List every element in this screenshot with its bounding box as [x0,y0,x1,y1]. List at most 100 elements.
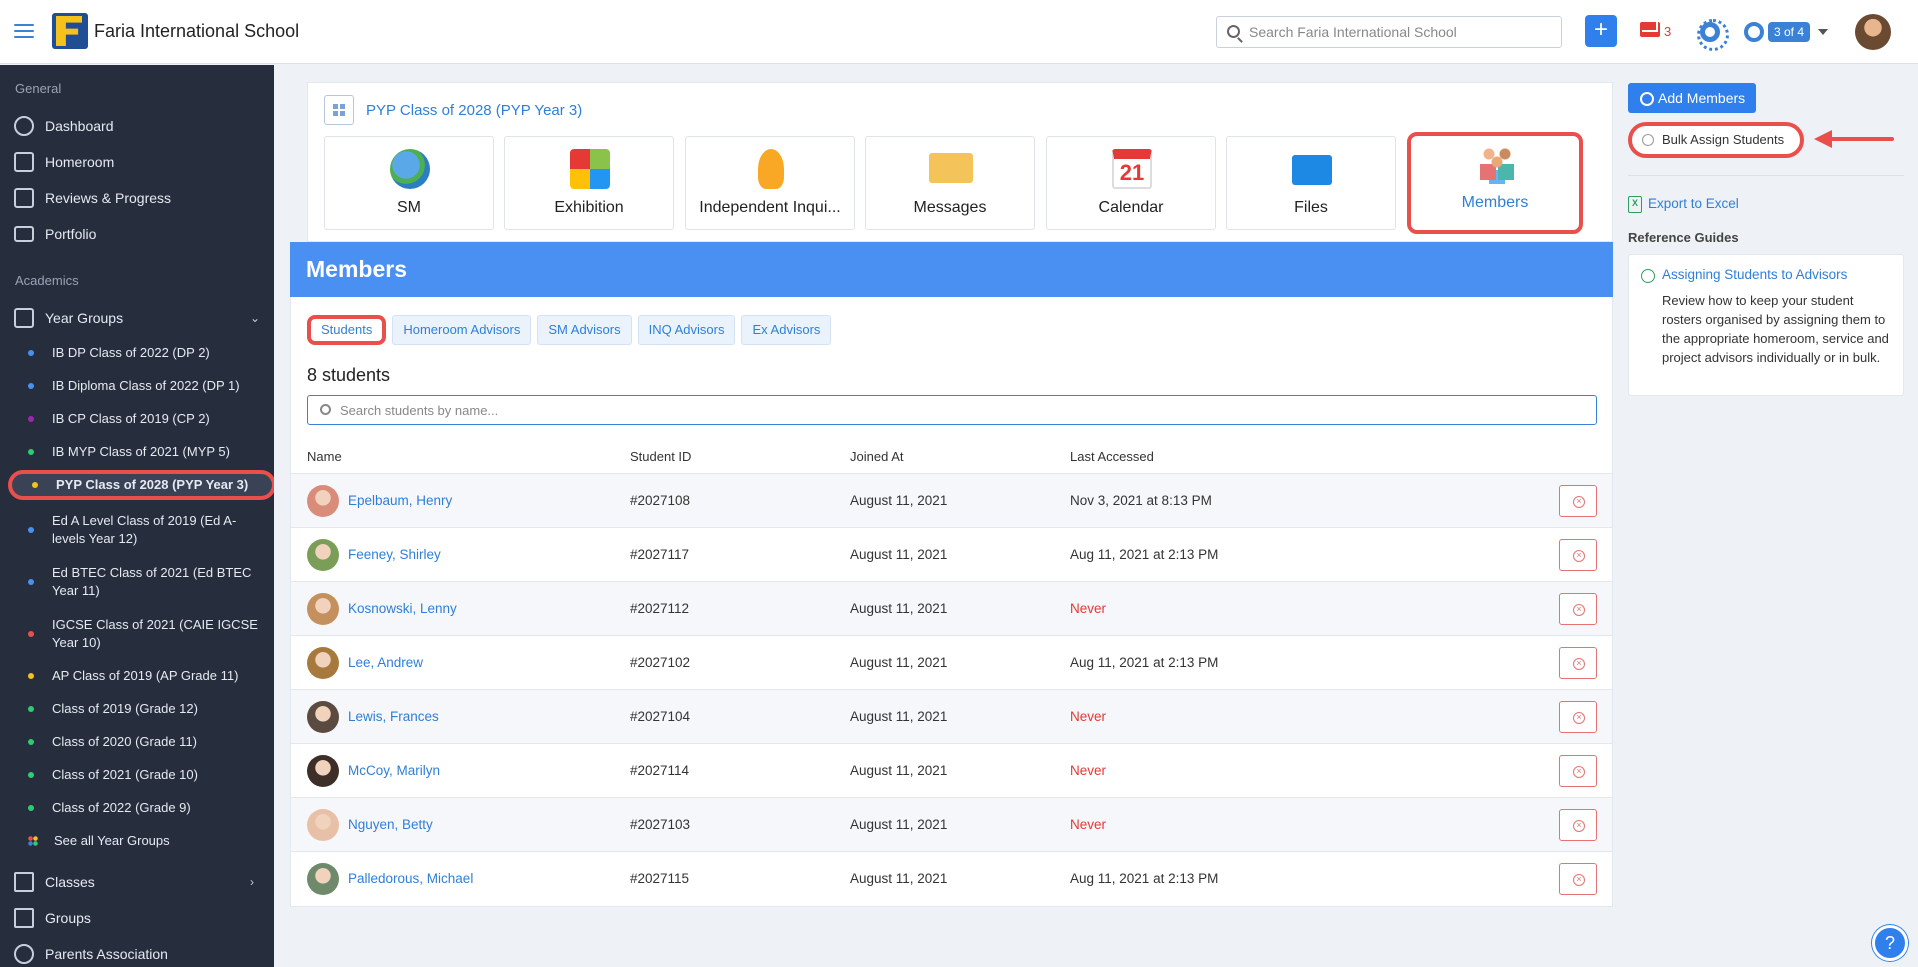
sidebar-item-classes[interactable]: Classes › [14,869,254,895]
column-header-name[interactable]: Name [307,449,342,464]
user-avatar[interactable] [1855,14,1891,50]
gear-icon[interactable] [1697,19,1729,51]
remove-member-button[interactable]: × [1559,755,1597,787]
mail-count-badge[interactable]: 3 [1664,24,1671,39]
sidebar-item-label: Groups [45,910,91,926]
remove-member-button[interactable]: × [1559,701,1597,733]
year-group-label: AP Class of 2019 (AP Grade 11) [52,668,239,683]
year-group-item[interactable]: Ed BTEC Class of 2021 (Ed BTEC Year 11) [28,564,258,600]
remove-member-button[interactable]: × [1559,593,1597,625]
tile-sm[interactable]: SM [324,136,494,230]
school-name[interactable]: Faria International School [94,21,299,42]
student-avatar[interactable] [307,809,339,841]
tab-students[interactable]: Students [307,315,387,345]
sidebar-item-parents[interactable]: Parents Association [14,941,168,967]
reference-guides-title: Reference Guides [1628,230,1739,245]
student-name-link[interactable]: Lee, Andrew [348,655,423,670]
column-header-student-id[interactable]: Student ID [630,449,691,464]
bulk-assign-students-button[interactable]: Bulk Assign Students [1628,122,1804,158]
joined-at: August 11, 2021 [850,655,948,670]
tile-exhibition[interactable]: Exhibition [504,136,674,230]
people-icon [14,944,34,964]
remove-member-button[interactable]: × [1559,863,1597,895]
year-group-label: Ed BTEC Class of 2021 (Ed BTEC Year 11) [52,565,252,598]
year-group-item[interactable]: IB CP Class of 2019 (CP 2) [28,410,258,428]
remove-member-button[interactable]: × [1559,809,1597,841]
sidebar-item-year-groups[interactable]: Year Groups ⌄ [14,305,260,331]
student-avatar[interactable] [307,647,339,679]
global-search [1216,16,1562,48]
year-group-label: Class of 2021 (Grade 10) [52,767,198,782]
sidebar-item-homeroom[interactable]: Homeroom [14,149,114,175]
year-group-label: Class of 2019 (Grade 12) [52,701,198,716]
class-title[interactable]: PYP Class of 2028 (PYP Year 3) [366,102,582,119]
tab-sm-advisors[interactable]: SM Advisors [537,315,632,345]
guide-title-link[interactable]: Assigning Students to Advisors [1662,267,1847,282]
tab-homeroom-advisors[interactable]: Homeroom Advisors [392,315,532,345]
student-name-link[interactable]: Feeney, Shirley [348,547,441,562]
student-name-link[interactable]: Nguyen, Betty [348,817,433,832]
create-button[interactable]: + [1585,15,1617,47]
year-group-item[interactable]: Class of 2021 (Grade 10) [28,766,258,784]
tab-inq-advisors[interactable]: INQ Advisors [637,315,736,345]
year-group-item[interactable]: Ed A Level Class of 2019 (Ed A-levels Ye… [28,512,258,548]
student-avatar[interactable] [307,485,339,517]
grid-icon [28,836,38,846]
mail-icon[interactable] [1640,22,1660,37]
year-group-item[interactable]: IB MYP Class of 2021 (MYP 5) [28,443,258,461]
student-name-link[interactable]: Lewis, Frances [348,709,439,724]
apps-grid-icon[interactable] [324,95,354,125]
year-group-item-active[interactable]: PYP Class of 2028 (PYP Year 3) [8,470,274,500]
student-id: #2027117 [630,547,690,562]
help-button[interactable]: ? [1872,925,1908,961]
year-group-item[interactable]: Class of 2019 (Grade 12) [28,700,258,718]
student-id: #2027103 [630,817,691,832]
global-search-input[interactable] [1249,17,1549,47]
chevron-down-icon[interactable] [1818,29,1828,35]
year-group-item[interactable]: IB Diploma Class of 2022 (DP 1) [28,377,258,395]
school-logo[interactable] [52,13,88,49]
close-circle-icon: × [1573,604,1585,616]
year-group-item[interactable]: Class of 2020 (Grade 11) [28,733,258,751]
add-members-button[interactable]: Add Members [1628,83,1756,113]
sidebar-item-reviews[interactable]: Reviews & Progress [14,185,171,211]
sidebar-item-groups[interactable]: Groups [14,905,91,931]
tile-files[interactable]: Files [1226,136,1396,230]
student-avatar[interactable] [307,755,339,787]
year-group-item[interactable]: Class of 2022 (Grade 9) [28,799,258,817]
globe-icon [390,149,430,189]
remove-member-button[interactable]: × [1559,539,1597,571]
sidebar-item-portfolio[interactable]: Portfolio [14,221,96,247]
year-group-item[interactable]: IB DP Class of 2022 (DP 2) [28,344,258,362]
tile-calendar[interactable]: 21 Calendar [1046,136,1216,230]
student-name-link[interactable]: Kosnowski, Lenny [348,601,457,616]
envelope-icon [929,153,973,183]
student-name-link[interactable]: McCoy, Marilyn [348,763,440,778]
student-avatar[interactable] [307,863,339,895]
close-circle-icon: × [1573,550,1585,562]
column-header-last-accessed[interactable]: Last Accessed [1070,449,1154,464]
remove-member-button[interactable]: × [1559,485,1597,517]
tile-messages[interactable]: Messages [865,136,1035,230]
student-avatar[interactable] [307,539,339,571]
tab-ex-advisors[interactable]: Ex Advisors [741,315,832,345]
menu-icon[interactable] [14,20,34,42]
color-dot-icon [28,527,34,533]
export-to-excel-link[interactable]: Export to Excel [1628,196,1739,213]
student-name-link[interactable]: Palledorous, Michael [348,871,473,886]
tile-members[interactable]: Members [1407,132,1583,234]
student-search-input[interactable] [340,396,1540,424]
year-group-item[interactable]: IGCSE Class of 2021 (CAIE IGCSE Year 10) [28,616,258,652]
column-header-joined-at[interactable]: Joined At [850,449,904,464]
lifebuoy-icon[interactable] [1744,22,1764,42]
student-avatar[interactable] [307,593,339,625]
page-indicator[interactable]: 3 of 4 [1768,22,1811,42]
remove-member-button[interactable]: × [1559,647,1597,679]
student-avatar[interactable] [307,701,339,733]
members-panel: Students Homeroom Advisors SM Advisors I… [290,297,1613,907]
tile-independent-inquiry[interactable]: Independent Inqui... [685,136,855,230]
sidebar-item-dashboard[interactable]: Dashboard [14,113,114,139]
see-all-year-groups[interactable]: See all Year Groups [28,832,258,850]
year-group-item[interactable]: AP Class of 2019 (AP Grade 11) [28,667,258,685]
student-name-link[interactable]: Epelbaum, Henry [348,493,452,508]
